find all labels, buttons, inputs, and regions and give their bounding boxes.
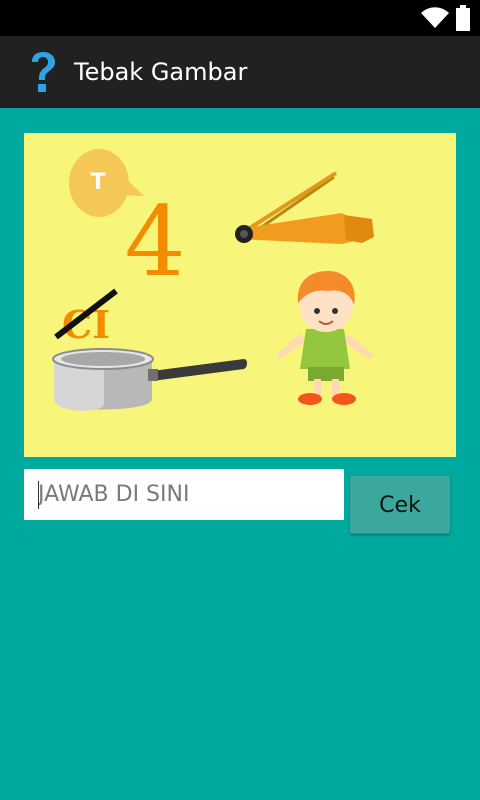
answer-input[interactable] — [24, 469, 344, 520]
safety-pin — [235, 171, 374, 244]
puzzle-number: 4 — [124, 186, 185, 298]
check-button[interactable]: Cek — [350, 476, 450, 534]
boy-illustration — [276, 271, 374, 405]
puzzle-image: T 4 CI — [24, 133, 456, 457]
cooking-pot — [52, 348, 247, 411]
question-mark-icon — [32, 52, 55, 92]
wifi-icon — [421, 7, 449, 29]
battery-icon — [456, 5, 470, 31]
status-icons — [420, 3, 470, 33]
bubble-letter: T — [90, 170, 105, 195]
puzzle-illustration: T 4 CI — [52, 149, 374, 411]
crossed-syllable: CI — [54, 288, 118, 347]
app-title: Tebak Gambar — [74, 58, 248, 86]
action-bar: Tebak Gambar — [0, 36, 480, 108]
status-bar — [0, 0, 480, 36]
